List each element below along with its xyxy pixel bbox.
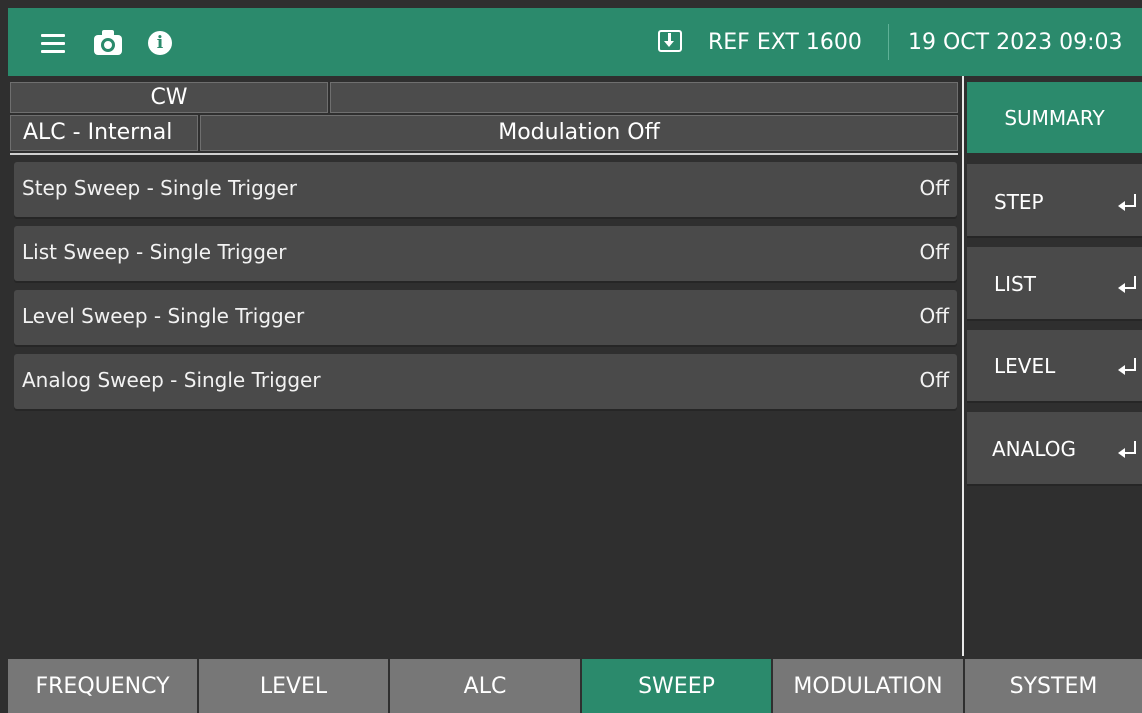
- status-blank-cell: [330, 82, 958, 113]
- status-divider: [10, 153, 958, 155]
- level-sweep-row[interactable]: Level Sweep - Single Trigger Off: [14, 290, 957, 345]
- topbar-divider: [888, 24, 889, 60]
- sweep-value: Off: [919, 240, 949, 264]
- enter-icon: [1118, 194, 1136, 211]
- list-sweep-row[interactable]: List Sweep - Single Trigger Off: [14, 226, 957, 281]
- datetime: 19 OCT 2023 09:03: [908, 30, 1123, 55]
- softkey-label: LEVEL: [994, 354, 1056, 378]
- summary-softkey[interactable]: SUMMARY: [967, 82, 1142, 153]
- sweep-value: Off: [919, 176, 949, 200]
- menu-icon[interactable]: [38, 28, 68, 58]
- sweep-value: Off: [919, 368, 949, 392]
- list-softkey[interactable]: LIST: [967, 247, 1142, 319]
- enter-icon: [1118, 276, 1136, 293]
- sweep-label: Level Sweep - Single Trigger: [22, 304, 305, 328]
- softkey-label: STEP: [994, 190, 1044, 214]
- sweep-label: Analog Sweep - Single Trigger: [22, 368, 321, 392]
- step-softkey[interactable]: STEP: [967, 164, 1142, 236]
- reference-status: REF EXT 1600: [708, 30, 862, 55]
- step-sweep-row[interactable]: Step Sweep - Single Trigger Off: [14, 162, 957, 217]
- mode-status: CW: [10, 82, 328, 113]
- sweep-label: Step Sweep - Single Trigger: [22, 176, 297, 200]
- level-softkey[interactable]: LEVEL: [967, 330, 1142, 401]
- app-window: i REF EXT 1600 19 OCT 2023 09:03 CW ALC …: [0, 0, 1142, 713]
- download-icon[interactable]: [658, 30, 682, 52]
- top-bar: i REF EXT 1600 19 OCT 2023 09:03: [8, 8, 1142, 76]
- softkey-label: SUMMARY: [1004, 106, 1105, 130]
- enter-icon: [1118, 441, 1136, 458]
- analog-softkey[interactable]: ANALOG: [967, 412, 1142, 484]
- alc-status: ALC - Internal: [10, 115, 198, 151]
- tab-frequency[interactable]: FREQUENCY: [8, 659, 197, 713]
- tab-sweep[interactable]: SWEEP: [582, 659, 771, 713]
- modulation-status: Modulation Off: [200, 115, 958, 151]
- softkey-label: LIST: [994, 272, 1036, 296]
- tab-alc[interactable]: ALC: [390, 659, 580, 713]
- panel-divider: [962, 76, 964, 656]
- analog-sweep-row[interactable]: Analog Sweep - Single Trigger Off: [14, 354, 957, 409]
- softkey-label: ANALOG: [992, 437, 1076, 461]
- tab-system[interactable]: SYSTEM: [965, 659, 1142, 713]
- info-icon[interactable]: i: [145, 28, 175, 58]
- camera-icon[interactable]: [93, 28, 123, 58]
- sweep-label: List Sweep - Single Trigger: [22, 240, 287, 264]
- tab-level[interactable]: LEVEL: [199, 659, 388, 713]
- tab-modulation[interactable]: MODULATION: [773, 659, 963, 713]
- enter-icon: [1118, 358, 1136, 375]
- sweep-value: Off: [919, 304, 949, 328]
